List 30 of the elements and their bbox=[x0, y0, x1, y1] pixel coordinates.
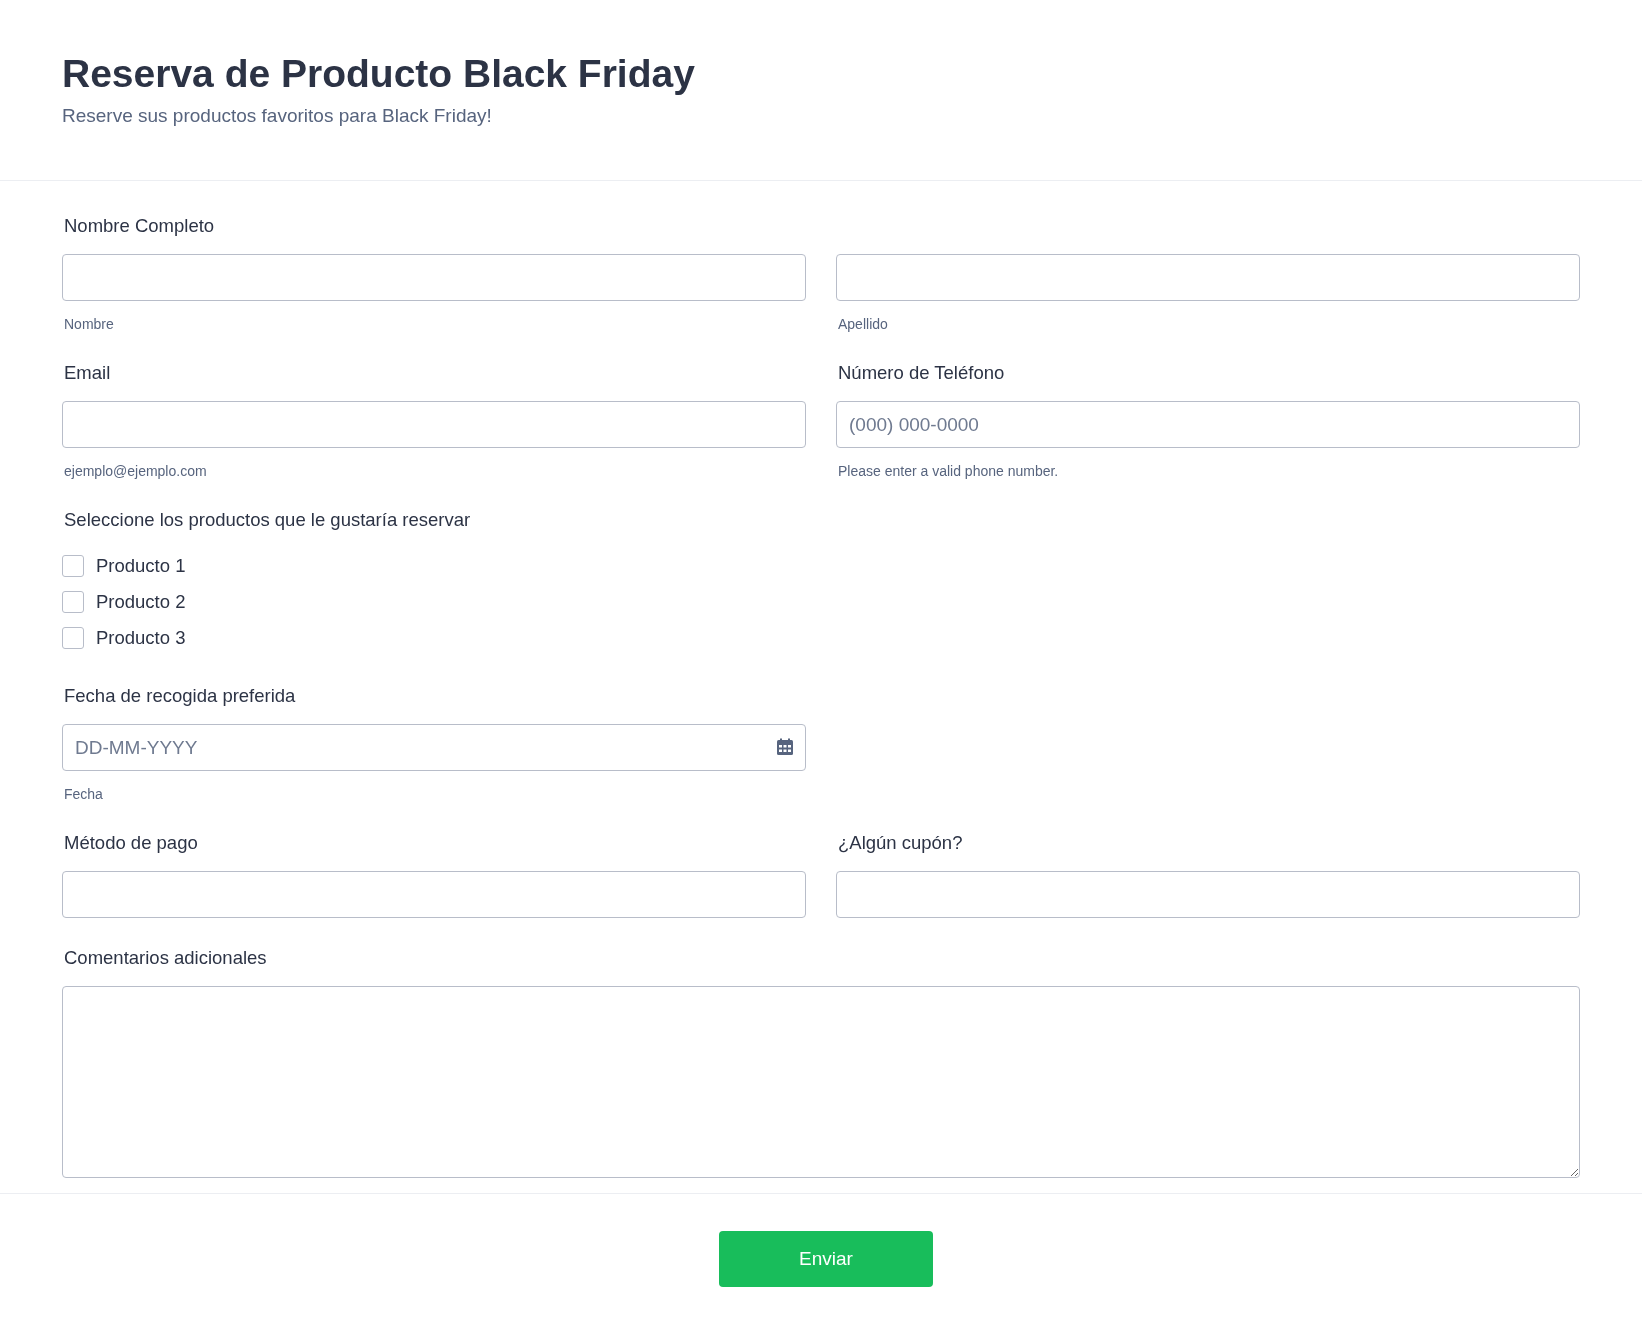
field-label: Nombre Completo bbox=[64, 214, 216, 238]
field-label: Comentarios adicionales bbox=[64, 946, 268, 970]
checkbox[interactable] bbox=[62, 627, 84, 649]
text-input[interactable] bbox=[836, 254, 1580, 301]
field-label: Email bbox=[64, 361, 112, 385]
date-input[interactable]: DD-MM-YYYY bbox=[62, 724, 806, 771]
field-label: ¿Algún cupón? bbox=[838, 831, 964, 855]
checkbox-label[interactable]: Producto 3 bbox=[96, 624, 186, 652]
checkbox-label[interactable]: Producto 1 bbox=[96, 552, 186, 580]
comments-textarea[interactable] bbox=[62, 986, 1580, 1178]
checkbox[interactable] bbox=[62, 591, 84, 613]
field-sublabel: ejemplo@ejemplo.com bbox=[64, 462, 208, 480]
field-sublabel: Nombre bbox=[64, 315, 115, 333]
checkbox[interactable] bbox=[62, 555, 84, 577]
checkbox-label[interactable]: Producto 2 bbox=[96, 588, 186, 616]
field-sublabel: Fecha bbox=[64, 785, 104, 803]
text-input[interactable] bbox=[62, 871, 806, 918]
field-label: Seleccione los productos que le gustaría reservar bbox=[64, 508, 472, 532]
field-label: Método de pago bbox=[64, 831, 199, 855]
form-subtitle: Reserve sus productos favoritos para Black Friday! bbox=[62, 104, 493, 128]
text-input[interactable] bbox=[62, 254, 806, 301]
field-label: Número de Teléfono bbox=[838, 361, 1006, 385]
calendar-icon[interactable] bbox=[776, 738, 794, 756]
field-label: Fecha de recogida preferida bbox=[64, 684, 297, 708]
text-input[interactable]: (000) 000-0000 bbox=[836, 401, 1580, 448]
text-input[interactable] bbox=[62, 401, 806, 448]
text-input[interactable] bbox=[836, 871, 1580, 918]
field-sublabel: Apellido bbox=[838, 315, 889, 333]
form-title: Reserva de Producto Black Friday bbox=[62, 51, 696, 97]
field-sublabel: Please enter a valid phone number. bbox=[838, 462, 1060, 480]
